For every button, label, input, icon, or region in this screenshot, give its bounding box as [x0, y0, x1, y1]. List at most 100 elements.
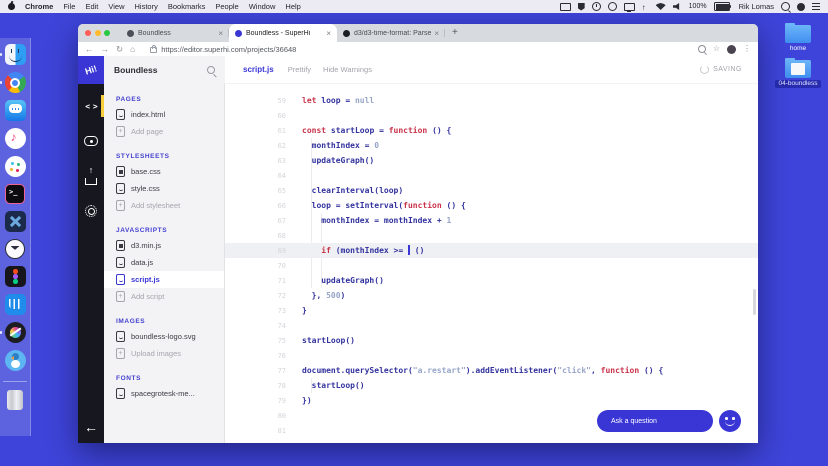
wifi-icon[interactable]: [655, 3, 666, 10]
back-icon[interactable]: ←: [85, 44, 94, 54]
menu-item-help[interactable]: Help: [285, 2, 300, 11]
add-file-button[interactable]: Upload images: [104, 345, 224, 362]
add-file-button[interactable]: Add script: [104, 288, 224, 305]
music-dock-icon[interactable]: [4, 128, 26, 149]
ask-question-button[interactable]: Ask a question: [597, 410, 713, 432]
ssl-lock-icon[interactable]: [150, 45, 158, 53]
code-line[interactable]: 62 monthIndex = 0: [225, 138, 758, 153]
reload-icon[interactable]: ↻: [116, 44, 123, 54]
new-tab-button[interactable]: +: [452, 28, 458, 38]
apple-icon[interactable]: [8, 3, 15, 10]
file-item[interactable]: spacegrotesk-me...: [104, 385, 224, 402]
help-smiley-button[interactable]: [719, 410, 741, 432]
siri-icon[interactable]: [797, 2, 805, 11]
browser-tab[interactable]: Boundless ×: [121, 24, 229, 42]
file-item[interactable]: base.css: [104, 163, 224, 180]
code-line[interactable]: 70: [225, 258, 758, 273]
screen-mirroring-icon[interactable]: [559, 2, 571, 11]
messages-dock-icon[interactable]: [4, 100, 26, 121]
code-line[interactable]: 61 const startLoop = function () {: [225, 123, 758, 138]
file-item[interactable]: data.js: [104, 254, 224, 271]
hide-warnings-button[interactable]: Hide Warnings: [323, 65, 372, 74]
menu-item-edit[interactable]: Edit: [85, 2, 98, 11]
terminal-dock-icon[interactable]: [5, 184, 25, 204]
tab-close-icon[interactable]: ×: [434, 29, 439, 38]
menu-item-view[interactable]: View: [108, 2, 124, 11]
circle-icon[interactable]: [607, 2, 617, 11]
code-line[interactable]: 79}): [225, 393, 758, 408]
code-line[interactable]: 65 clearInterval(loop): [225, 183, 758, 198]
superhi-logo[interactable]: Hi!: [78, 56, 104, 84]
code-scrollbar[interactable]: [753, 289, 756, 315]
file-item[interactable]: script.js: [104, 271, 224, 288]
code-line[interactable]: 75 startLoop(): [225, 333, 758, 348]
menu-item-bookmarks[interactable]: Bookmarks: [168, 2, 206, 11]
tab-close-icon[interactable]: ×: [326, 29, 331, 38]
url-field[interactable]: https://editor.superhi.com/projects/3664…: [161, 45, 296, 54]
bookmark-star-icon[interactable]: ☆: [713, 45, 720, 53]
code-line[interactable]: 72 }, 500): [225, 288, 758, 303]
prettify-button[interactable]: Prettify: [288, 65, 311, 74]
menu-item-window[interactable]: Window: [249, 2, 276, 11]
code-editor[interactable]: 59 let loop = null 60 61 const startLoop = f…: [225, 84, 758, 443]
code-line[interactable]: 63 updateGraph(): [225, 153, 758, 168]
trash-dock-icon[interactable]: [7, 390, 23, 410]
mail-dock-icon[interactable]: [5, 239, 25, 259]
display-icon[interactable]: [623, 2, 635, 12]
clock-icon[interactable]: [591, 2, 601, 11]
close-window-button[interactable]: [85, 30, 91, 36]
browser-menu-icon[interactable]: ⋮: [743, 45, 751, 53]
file-item[interactable]: index.html: [104, 106, 224, 123]
slack-dock-icon[interactable]: [4, 156, 26, 177]
code-line[interactable]: 69 if (monthIndex >= (): [225, 243, 758, 258]
share-upload-icon[interactable]: [78, 163, 104, 189]
code-line[interactable]: 68: [225, 228, 758, 243]
menu-user-name[interactable]: Rik Lomas: [739, 2, 774, 11]
tab-close-icon[interactable]: ×: [218, 29, 223, 38]
home-icon[interactable]: ⌂: [130, 44, 135, 54]
code-view-icon[interactable]: [78, 93, 104, 119]
volume-icon[interactable]: [672, 3, 680, 10]
browser-tab[interactable]: d3/d3-time-format: Parse an×: [337, 24, 445, 42]
figma-dock-icon[interactable]: [4, 266, 26, 287]
desktop-icon[interactable]: 04-boundless: [775, 58, 821, 88]
file-search-icon[interactable]: [207, 66, 215, 74]
code-line[interactable]: 78 startLoop(): [225, 378, 758, 393]
code-line[interactable]: 60: [225, 108, 758, 123]
file-item[interactable]: boundless-logo.svg: [104, 328, 224, 345]
code-line[interactable]: 73}: [225, 303, 758, 318]
finder-dock-icon[interactable]: [0, 44, 26, 65]
notification-center-icon[interactable]: [812, 3, 820, 10]
code-line[interactable]: 77 document.querySelector("a.restart").ad…: [225, 363, 758, 378]
vscode-dock-icon[interactable]: [4, 211, 26, 232]
spotlight-icon[interactable]: [781, 2, 790, 11]
browser-tab[interactable]: Boundless - SuperHi ×: [229, 24, 337, 42]
photos-dock-icon[interactable]: [0, 322, 26, 343]
back-arrow-button[interactable]: ←: [78, 419, 104, 435]
search-icon[interactable]: [697, 45, 706, 53]
desktop-icon[interactable]: home: [785, 23, 811, 53]
code-line[interactable]: 74: [225, 318, 758, 333]
file-item[interactable]: style.css: [104, 180, 224, 197]
code-line[interactable]: 64: [225, 168, 758, 183]
settings-gear-icon[interactable]: [78, 198, 104, 224]
code-line[interactable]: 76: [225, 348, 758, 363]
intercom-dock-icon[interactable]: [4, 294, 26, 315]
menu-item-history[interactable]: History: [135, 2, 158, 11]
file-item[interactable]: d3.min.js: [104, 237, 224, 254]
add-file-button[interactable]: Add page: [104, 123, 224, 140]
forward-icon[interactable]: →: [101, 44, 110, 54]
code-line[interactable]: 59 let loop = null: [225, 93, 758, 108]
open-file-tab[interactable]: script.js: [243, 65, 274, 74]
profile-avatar[interactable]: [727, 44, 736, 54]
chrome-dock-icon[interactable]: [0, 72, 26, 93]
shield-icon[interactable]: [577, 2, 585, 11]
code-line[interactable]: 66 loop = setInterval(function () {: [225, 198, 758, 213]
twitterrific-dock-icon[interactable]: [4, 350, 26, 371]
code-line[interactable]: 71 updateGraph(): [225, 273, 758, 288]
minimize-window-button[interactable]: [94, 30, 101, 36]
arrow-icon[interactable]: [642, 3, 649, 11]
menu-item-chrome[interactable]: Chrome: [25, 2, 53, 11]
code-line[interactable]: 67 monthIndex = monthIndex + 1: [225, 213, 758, 228]
menu-item-file[interactable]: File: [63, 2, 75, 11]
